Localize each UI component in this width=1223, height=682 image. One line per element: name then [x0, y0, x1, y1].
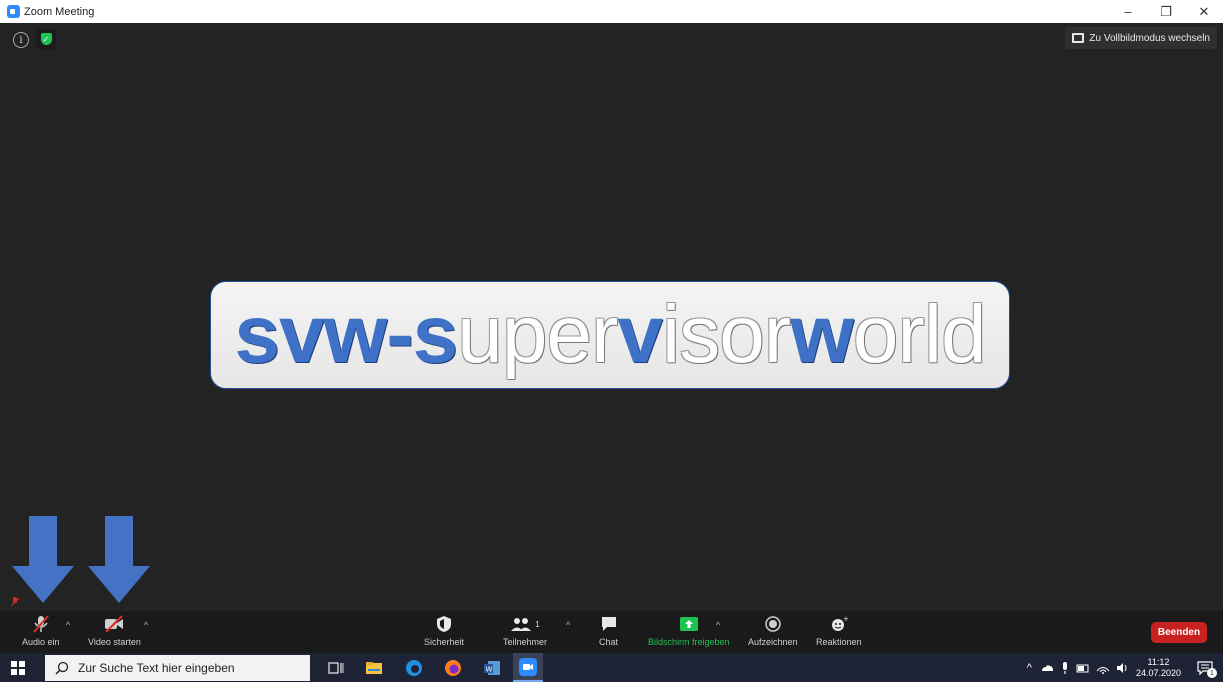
record-icon: [764, 615, 782, 633]
fullscreen-label: Zu Vollbildmodus wechseln: [1089, 32, 1210, 44]
fullscreen-button[interactable]: Zu Vollbildmodus wechseln: [1065, 27, 1217, 49]
restore-button[interactable]: ❐: [1147, 0, 1185, 23]
zoom-app-icon: [7, 5, 20, 18]
security-button[interactable]: Sicherheit: [424, 615, 464, 647]
muted-mic-icon: [32, 615, 50, 633]
chat-label: Chat: [599, 637, 619, 647]
firefox-icon[interactable]: [443, 658, 463, 678]
audio-button[interactable]: Audio ein: [22, 615, 60, 647]
start-button[interactable]: [0, 653, 36, 682]
encryption-shield-icon[interactable]: ✓: [36, 29, 56, 49]
record-label: Aufzeichnen: [748, 637, 798, 647]
battery-icon[interactable]: [1076, 661, 1090, 675]
banner-text-part: svw-s: [234, 289, 458, 380]
audio-options-chevron-icon[interactable]: ^: [66, 620, 70, 630]
taskbar-search-box[interactable]: Zur Suche Text hier eingeben: [45, 655, 310, 681]
wifi-icon[interactable]: [1096, 661, 1110, 675]
taskbar-clock[interactable]: 11:12 24.07.2020: [1136, 657, 1181, 679]
participants-count: 1: [535, 619, 540, 629]
shield-check-icon: ✓: [40, 33, 52, 45]
participants-button[interactable]: 1 Teilnehmer: [503, 615, 547, 647]
end-meeting-button[interactable]: Beenden: [1151, 622, 1207, 643]
word-icon[interactable]: W: [482, 658, 502, 678]
file-explorer-icon[interactable]: [364, 658, 384, 678]
clock-time: 11:12: [1147, 656, 1170, 667]
reactions-label: Reaktionen: [816, 637, 862, 647]
security-label: Sicherheit: [424, 637, 465, 647]
security-shield-icon: [436, 615, 452, 633]
share-screen-icon: [678, 615, 700, 633]
speaker-volume-icon[interactable]: [1116, 661, 1130, 675]
down-arrow-annotation: [12, 516, 74, 603]
windows-taskbar: Zur Suche Text hier eingeben W ^ 11:12 2…: [0, 653, 1223, 682]
microphone-tray-icon[interactable]: [1060, 661, 1070, 675]
video-options-chevron-icon[interactable]: ^: [144, 620, 148, 630]
windows-logo-icon: [11, 660, 25, 675]
banner-text-part: w: [790, 289, 854, 380]
search-placeholder: Zur Suche Text hier eingeben: [78, 661, 235, 675]
meeting-area: i ✓ Zu Vollbildmodus wechseln svw-s uper v…: [0, 23, 1223, 611]
window-title: Zoom Meeting: [24, 5, 95, 18]
svw-logo-banner: svw-s uper v isor w orld: [210, 281, 1010, 389]
chat-button[interactable]: Chat: [599, 615, 618, 647]
down-arrow-annotation: [88, 516, 150, 603]
video-button[interactable]: Video starten: [88, 615, 141, 647]
banner-text-part: uper: [457, 289, 618, 380]
window-controls: – ❐ ✕: [1109, 0, 1223, 23]
tray-expand-chevron-icon[interactable]: ^: [1027, 662, 1032, 674]
edge-browser-icon[interactable]: [404, 658, 424, 678]
reactions-button[interactable]: + Reaktionen: [816, 615, 862, 647]
system-tray: ^ 11:12 24.07.2020 1: [1027, 653, 1223, 682]
banner-text-part: isor: [661, 289, 791, 380]
info-icon[interactable]: i: [13, 32, 29, 48]
zoom-taskbar-button[interactable]: [513, 653, 543, 682]
svg-text:W: W: [486, 666, 493, 674]
fullscreen-icon: [1072, 33, 1085, 43]
meeting-toolbar: Audio ein ^ Video starten ^ Sicherheit 1…: [0, 611, 1223, 653]
task-view-icon[interactable]: [326, 658, 346, 678]
svg-text:+: +: [843, 615, 848, 623]
video-off-icon: [103, 615, 125, 633]
participants-icon: 1: [510, 615, 540, 633]
onedrive-cloud-icon[interactable]: [1040, 661, 1054, 675]
close-button[interactable]: ✕: [1185, 0, 1223, 23]
minimize-button[interactable]: –: [1109, 0, 1147, 23]
audio-label: Audio ein: [22, 637, 60, 647]
record-button[interactable]: Aufzeichnen: [748, 615, 798, 647]
window-titlebar: Zoom Meeting – ❐ ✕: [0, 0, 1223, 23]
clock-date: 24.07.2020: [1135, 667, 1181, 678]
notification-center-button[interactable]: 1: [1193, 653, 1217, 682]
video-label: Video starten: [88, 637, 141, 647]
notification-count: 1: [1207, 668, 1217, 678]
banner-text-part: v: [617, 289, 663, 380]
zoom-taskbar-icon: [519, 658, 537, 676]
share-screen-label: Bildschirm freigeben: [648, 637, 730, 647]
chat-bubble-icon: [600, 615, 618, 633]
participants-label: Teilnehmer: [503, 637, 548, 647]
participants-options-chevron-icon[interactable]: ^: [566, 620, 570, 630]
search-icon: [55, 661, 69, 675]
share-options-chevron-icon[interactable]: ^: [716, 620, 720, 630]
reactions-smiley-icon: +: [830, 615, 848, 633]
banner-text-part: orld: [852, 289, 987, 380]
muted-mic-small-icon: [10, 597, 20, 607]
